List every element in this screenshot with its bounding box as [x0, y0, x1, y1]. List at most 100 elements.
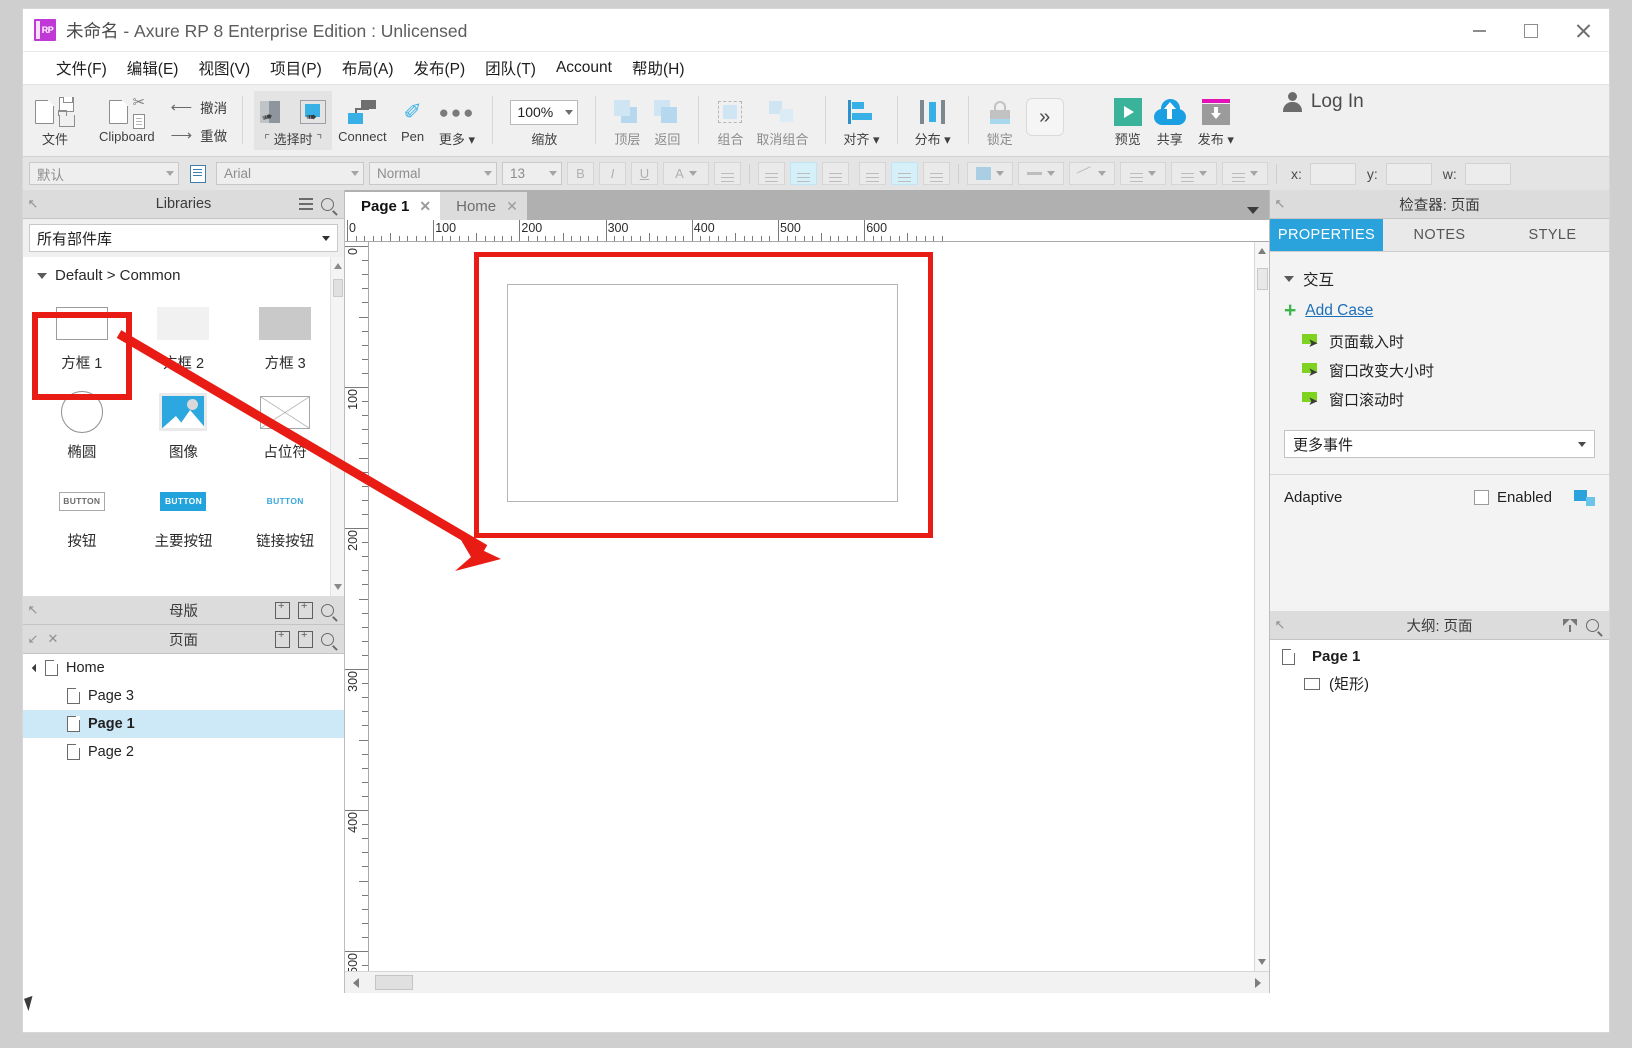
publish-button[interactable]: 发布 ▾ — [1192, 91, 1240, 150]
add-case-link[interactable]: Add Case — [1305, 302, 1373, 320]
valign-top-button[interactable] — [859, 162, 886, 185]
widget-image[interactable]: 图像 — [133, 381, 235, 466]
align-left-button[interactable] — [758, 162, 785, 185]
adaptive-views-icon[interactable] — [1574, 490, 1595, 506]
redo-button[interactable]: ⟶ 重做 — [171, 125, 228, 145]
outline-item-page1[interactable]: Page 1 — [1270, 644, 1609, 669]
menu-item-layout[interactable]: 布局(A) — [333, 54, 403, 82]
widget-link-button[interactable]: BUTTON 链接按钮 — [234, 470, 336, 555]
page-tree-item-page1[interactable]: Page 1 — [23, 710, 344, 738]
scroll-down-icon[interactable] — [334, 584, 342, 590]
style-select[interactable]: 默认 — [29, 162, 179, 185]
distribute-button[interactable]: 分布 ▾ — [909, 91, 957, 150]
file-button[interactable]: 文件 — [29, 91, 81, 150]
widget-box1[interactable]: 方框 1 — [31, 292, 133, 377]
adaptive-enabled-checkbox[interactable] — [1474, 490, 1489, 505]
share-button[interactable]: 共享 — [1148, 91, 1192, 150]
menu-item-publish[interactable]: 发布(P) — [404, 54, 474, 82]
valign-middle-button[interactable] — [891, 162, 918, 185]
filter-icon[interactable] — [1563, 619, 1578, 632]
widget-box3[interactable]: 方框 3 — [234, 292, 336, 377]
collapse-panel-icon[interactable]: ↙ — [23, 629, 43, 649]
widget-primary-button[interactable]: BUTTON 主要按钮 — [133, 470, 235, 555]
add-folder-icon[interactable] — [298, 631, 313, 648]
library-group-header[interactable]: Default > Common — [23, 257, 344, 288]
scroll-left-icon[interactable] — [353, 978, 359, 988]
event-page-load[interactable]: ➤ 页面载入时 — [1270, 327, 1609, 356]
valign-bottom-button[interactable] — [923, 162, 950, 185]
collapse-panel-icon[interactable]: ↖ — [1270, 615, 1290, 635]
widget-ellipse[interactable]: 椭圆 — [31, 381, 133, 466]
line-color-button[interactable] — [1018, 162, 1064, 185]
scroll-up-icon[interactable] — [334, 263, 342, 269]
canvas-tab-page1[interactable]: Page 1 ✕ — [345, 192, 440, 220]
send-to-back-button[interactable]: 返回 — [647, 91, 687, 150]
pen-tool-button[interactable]: ✐ Pen — [393, 91, 433, 146]
menu-item-account[interactable]: Account — [547, 56, 621, 80]
ribbon-overflow-button[interactable]: » — [1020, 91, 1070, 138]
scroll-right-icon[interactable] — [1255, 978, 1261, 988]
add-master-icon[interactable] — [275, 602, 290, 619]
close-button[interactable] — [1557, 9, 1609, 52]
scroll-down-icon[interactable] — [1258, 959, 1266, 965]
select-tool-button[interactable]: ➠ ➠ ⌜ 选择时 ⌝ — [254, 91, 332, 150]
widget-placeholder[interactable]: 占位符 — [234, 381, 336, 466]
search-icon[interactable] — [321, 198, 334, 211]
event-window-resize[interactable]: ➤ 窗口改变大小时 — [1270, 356, 1609, 385]
w-input[interactable] — [1465, 163, 1511, 185]
font-family-select[interactable]: Arial — [216, 162, 364, 185]
align-center-button[interactable] — [790, 162, 817, 185]
zoom-select[interactable]: 100% — [510, 100, 578, 125]
x-input[interactable] — [1310, 163, 1356, 185]
search-icon[interactable] — [321, 604, 334, 617]
search-icon[interactable] — [321, 633, 334, 646]
tab-properties[interactable]: PROPERTIES — [1270, 219, 1383, 251]
collapse-panel-icon[interactable]: ↖ — [1270, 194, 1290, 214]
design-canvas[interactable] — [369, 242, 1254, 971]
ungroup-button[interactable]: 取消组合 — [750, 91, 814, 150]
canvas-horizontal-scrollbar[interactable] — [345, 971, 1269, 993]
undo-button[interactable]: ⟵ 撤消 — [171, 97, 228, 117]
align-right-button[interactable] — [822, 162, 849, 185]
library-selector[interactable]: 所有部件库 — [29, 224, 338, 252]
underline-button[interactable]: U — [631, 162, 658, 185]
preview-button[interactable]: 预览 — [1108, 91, 1148, 150]
canvas-tab-home[interactable]: Home ✕ — [440, 192, 527, 220]
menu-item-team[interactable]: 团队(T) — [476, 54, 545, 82]
font-size-select[interactable]: 13 — [502, 162, 562, 185]
scrollbar-thumb[interactable] — [1257, 268, 1268, 290]
zoom-control[interactable]: 100% 缩放 — [504, 91, 584, 150]
group-button[interactable]: 组合 — [710, 91, 750, 150]
widget-box2[interactable]: 方框 2 — [133, 292, 235, 377]
libraries-menu-icon[interactable] — [299, 203, 313, 205]
search-icon[interactable] — [1586, 619, 1599, 632]
scrollbar-thumb[interactable] — [333, 279, 343, 297]
fill-color-button[interactable] — [967, 162, 1013, 185]
add-page-icon[interactable] — [275, 631, 290, 648]
expand-triangle-icon[interactable] — [32, 664, 40, 672]
page-tree-item-page3[interactable]: Page 3 — [23, 682, 344, 710]
page-tree-item-home[interactable]: Home — [23, 654, 344, 682]
lock-button[interactable]: 锁定 — [980, 91, 1020, 150]
menu-item-view[interactable]: 视图(V) — [189, 54, 259, 82]
line-width-button[interactable] — [1069, 162, 1115, 185]
menu-item-project[interactable]: 项目(P) — [261, 54, 331, 82]
scrollbar-thumb[interactable] — [375, 975, 413, 990]
event-window-scroll[interactable]: ➤ 窗口滚动时 — [1270, 385, 1609, 414]
scroll-up-icon[interactable] — [1258, 248, 1266, 254]
add-case-row[interactable]: + Add Case — [1270, 294, 1609, 327]
line-style-button[interactable] — [1120, 162, 1166, 185]
bold-button[interactable]: B — [567, 162, 594, 185]
widget-button[interactable]: BUTTON 按钮 — [31, 470, 133, 555]
menu-item-file[interactable]: 文件(F) — [47, 54, 116, 82]
shadow-button[interactable] — [1222, 162, 1268, 185]
style-editor-button[interactable] — [184, 162, 211, 185]
arrow-style-button[interactable] — [1171, 162, 1217, 185]
add-master-folder-icon[interactable] — [298, 602, 313, 619]
bring-to-front-button[interactable]: 顶层 — [607, 91, 647, 150]
interactions-section-header[interactable]: 交互 — [1270, 262, 1609, 294]
page-tree-item-page2[interactable]: Page 2 — [23, 738, 344, 766]
connect-tool-button[interactable]: Connect — [332, 91, 392, 146]
y-input[interactable] — [1386, 163, 1432, 185]
tab-overflow-chevron-icon[interactable] — [1247, 207, 1259, 214]
